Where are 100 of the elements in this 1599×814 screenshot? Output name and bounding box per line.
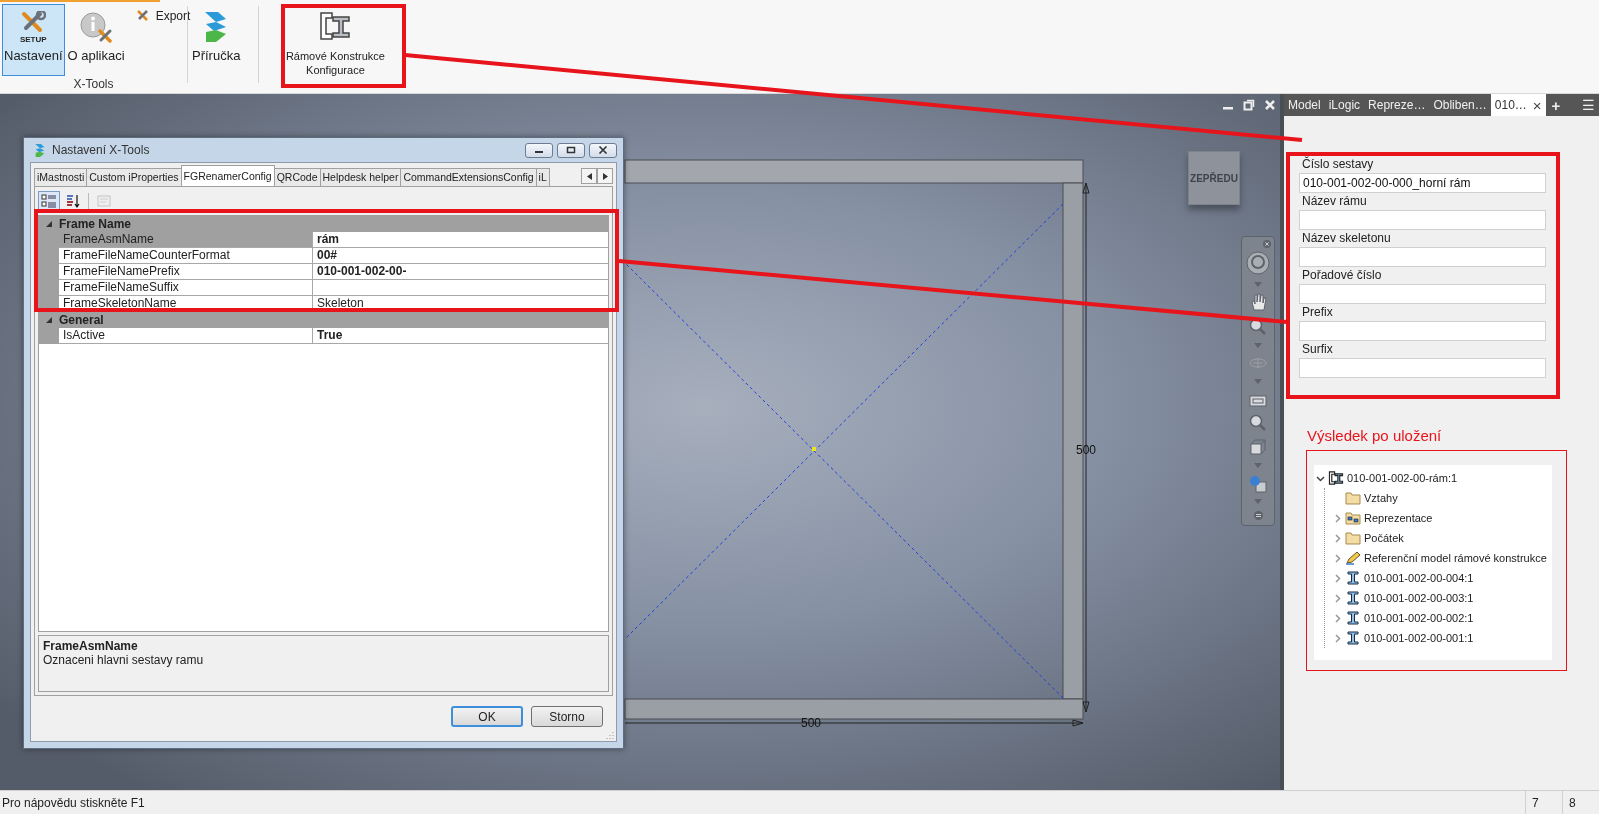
- resize-grip-icon[interactable]: [605, 730, 614, 739]
- ribbon-group-label: X-Tools: [72, 77, 115, 91]
- tree-item[interactable]: Počátek: [1364, 532, 1404, 544]
- dialog-button[interactable]: OK: [451, 706, 523, 727]
- hand-icon[interactable]: [1249, 293, 1267, 312]
- property-value[interactable]: rám: [313, 232, 608, 248]
- dialog-button[interactable]: Storno: [531, 706, 603, 727]
- property-name[interactable]: IsActive: [59, 328, 313, 344]
- tab[interactable]: iMastnosti: [34, 168, 88, 186]
- dimension-label: 500: [1076, 443, 1097, 457]
- input-field[interactable]: [1299, 358, 1546, 378]
- status-cell: 8: [1562, 791, 1599, 814]
- property-value[interactable]: True: [313, 328, 608, 344]
- input-field[interactable]: [1299, 321, 1546, 341]
- tab[interactable]: CommandExtensionsConfig: [400, 168, 537, 186]
- dimension-label: 500: [801, 716, 822, 730]
- wrench-screwdriver-icon: [20, 10, 47, 35]
- tree-item[interactable]: Referenční model rámové konstrukce: [1364, 552, 1547, 564]
- tree-item[interactable]: Reprezentace: [1364, 512, 1433, 524]
- status-text: Pro nápovědu stiskněte F1: [1, 795, 146, 810]
- field-label: Prefix: [1301, 304, 1334, 321]
- menu-button[interactable]: ☰: [1578, 94, 1599, 116]
- description-text: Oznaceni hlavni sestavy ramu: [43, 653, 205, 667]
- property-name[interactable]: FrameFileNamePrefix: [59, 264, 313, 280]
- property-name[interactable]: FrameFileNameCounterFormat: [59, 248, 313, 264]
- ribbon-button[interactable]: Příručka: [190, 4, 243, 76]
- panel-tab[interactable]: iLogic: [1324, 94, 1365, 116]
- close-tab-icon[interactable]: ×: [1532, 96, 1542, 114]
- field-label: Název rámu: [1301, 193, 1368, 210]
- restore-icon[interactable]: [1243, 99, 1255, 111]
- field-label: Pořadové číslo: [1301, 267, 1383, 284]
- input-field[interactable]: [1299, 284, 1546, 304]
- close-button[interactable]: [589, 142, 617, 158]
- field-label: Surfix: [1301, 341, 1334, 358]
- folder-icon: [1345, 531, 1361, 545]
- panel-tab[interactable]: Obliben…: [1429, 94, 1491, 116]
- icon-caption: SETUP: [19, 34, 47, 44]
- view-box-icon[interactable]: [1249, 438, 1267, 457]
- category-label: Frame Name: [59, 217, 132, 231]
- zoom-icon[interactable]: [1249, 318, 1267, 337]
- scroll-right-button[interactable]: [597, 168, 613, 184]
- property-name[interactable]: FrameFileNameSuffix: [59, 280, 313, 296]
- scroll-left-button[interactable]: [581, 168, 597, 184]
- panel-tab[interactable]: 010… ×: [1490, 94, 1546, 116]
- logo-icon: [34, 142, 46, 158]
- maximize-button[interactable]: [557, 142, 585, 158]
- tree-item[interactable]: 010-001-002-00-004:1: [1364, 572, 1474, 584]
- minimize-button[interactable]: [525, 142, 553, 158]
- frame-profile-icon: [319, 11, 352, 41]
- tab[interactable]: Custom iProperties: [86, 168, 182, 186]
- folder-icon: [1345, 491, 1361, 505]
- caret-icon[interactable]: [1316, 473, 1325, 483]
- tree-item[interactable]: 010-001-002-00-003:1: [1364, 592, 1474, 604]
- status-cell: 7: [1525, 791, 1562, 814]
- field-label: Číslo sestavy: [1301, 156, 1375, 173]
- steering-wheel-icon[interactable]: [1246, 251, 1270, 275]
- wrench-screwdriver-icon: [135, 9, 150, 23]
- tree-item[interactable]: Vztahy: [1364, 492, 1398, 504]
- sphere-cube-icon[interactable]: [1249, 474, 1267, 493]
- property-value[interactable]: 00#: [313, 248, 608, 264]
- center-point: [812, 447, 816, 451]
- tab[interactable]: FGRenamerConfig: [180, 165, 275, 186]
- tree-item[interactable]: 010-001-002-00-001:1: [1364, 632, 1474, 644]
- tab[interactable]: Helpdesk helper: [319, 168, 402, 186]
- ribbon-button[interactable]: O aplikaci: [65, 4, 127, 76]
- field-label: Název skeletonu: [1301, 230, 1392, 247]
- property-pages-icon: [96, 193, 112, 209]
- property-value[interactable]: 010-001-002-00-: [313, 264, 608, 280]
- categorized-button[interactable]: [38, 191, 60, 211]
- add-tab-button[interactable]: +: [1545, 94, 1567, 116]
- panel-tab[interactable]: Model: [1284, 94, 1325, 116]
- input-field[interactable]: 010-001-002-00-000_horní rám: [1299, 173, 1546, 193]
- ribbon-button[interactable]: Rámové Konstrukce Konfigurace: [275, 4, 396, 76]
- maximize-icon: [566, 146, 576, 154]
- pencil-icon: [1345, 551, 1361, 565]
- section-title: Výsledek po uložení: [1307, 427, 1443, 444]
- tab[interactable]: QRCode: [273, 168, 321, 186]
- input-field[interactable]: [1299, 210, 1546, 230]
- categorized-icon: [41, 193, 57, 209]
- close-icon[interactable]: [1263, 240, 1271, 248]
- frame-profile-icon: [1328, 471, 1344, 485]
- i-beam-icon: [1345, 631, 1361, 645]
- description-title: FrameAsmName: [43, 639, 139, 653]
- arrow-right-icon: [602, 172, 608, 180]
- category-label: General: [59, 313, 104, 327]
- input-field[interactable]: [1299, 247, 1546, 267]
- zoom-icon[interactable]: [1249, 413, 1267, 432]
- i-beam-icon: [1345, 611, 1361, 625]
- close-icon: [598, 146, 608, 154]
- arrow-left-icon: [586, 172, 592, 180]
- folder-icon: [1345, 511, 1361, 525]
- info-wrench-icon: [79, 11, 114, 43]
- i-beam-icon: [1345, 591, 1361, 605]
- window-title: Nastavení X-Tools: [52, 143, 150, 157]
- customize-icon[interactable]: [1253, 510, 1263, 520]
- tree-item[interactable]: 010-001-002-00-002:1: [1364, 612, 1474, 624]
- panel-tab[interactable]: Repreze…: [1364, 94, 1430, 116]
- tree-item[interactable]: 010-001-002-00-rám:1: [1347, 472, 1458, 484]
- ribbon-button[interactable]: SETUP Nastavení: [2, 4, 65, 76]
- property-name[interactable]: FrameAsmName: [59, 232, 313, 248]
